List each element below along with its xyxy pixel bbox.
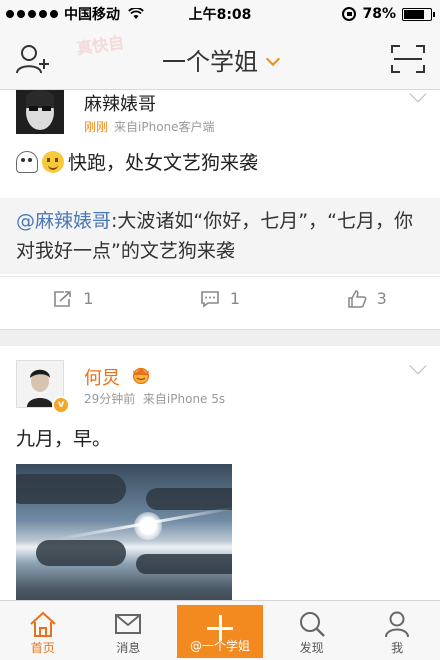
tab-profile[interactable]: 我: [354, 601, 440, 660]
chevron-down-icon: [265, 51, 281, 67]
post-time: 刚刚: [84, 120, 109, 134]
verified-badge-icon: v: [52, 396, 70, 414]
vip-crown-icon: [132, 367, 150, 384]
photo-cloud: [16, 474, 126, 504]
post-meta: 刚刚 来自iPhone客户端: [84, 118, 215, 135]
ghost-emoji-icon: [16, 151, 38, 173]
avatar[interactable]: [16, 90, 64, 134]
status-bar: 中国移动 上午8:08 78%: [0, 0, 440, 28]
like-button[interactable]: 3: [293, 277, 440, 320]
repost-count: 1: [83, 289, 94, 308]
home-icon: [30, 611, 56, 637]
account-switcher[interactable]: 一个学姐: [0, 42, 440, 77]
feed-post[interactable]: v 何炅 29分钟前 来自iPhone 5s 九月，早。: [0, 346, 440, 600]
thumbs-up-icon: [347, 289, 367, 308]
search-icon: [299, 612, 325, 637]
compose-button[interactable]: @一个学姐: [177, 605, 263, 658]
post-source: 来自iPhone客户端: [114, 120, 215, 134]
post-author[interactable]: 何炅: [84, 364, 120, 390]
orientation-lock-icon: [342, 7, 357, 21]
tab-bar: 首页 消息 @一个学姐 发现 我: [0, 600, 440, 660]
tab-label: 发现: [299, 641, 324, 655]
post-image[interactable]: [16, 464, 232, 600]
battery-percent: 78%: [362, 6, 396, 22]
tab-label: 我: [391, 641, 404, 655]
battery-icon: [402, 7, 435, 21]
scan-qr-icon[interactable]: [390, 44, 426, 74]
post-text: 快跑，处女文艺狗来袭: [68, 152, 259, 174]
battery-fill: [404, 9, 425, 19]
comment-icon: [201, 290, 219, 308]
comment-count: 1: [229, 289, 241, 308]
post-content: 快跑，处女文艺狗来袭: [16, 148, 424, 178]
chevron-down-icon[interactable]: [409, 90, 427, 103]
photo-cloud: [146, 488, 232, 510]
carrier-name: 中国移动: [64, 7, 120, 23]
like-count: 3: [376, 289, 387, 308]
feed-post[interactable]: 麻辣婊哥 刚刚 来自iPhone客户端 快跑，处女文艺狗来袭 @麻辣婊哥:大波诸如…: [0, 90, 440, 330]
post-actions: 1 1 3: [0, 276, 440, 320]
mention-link[interactable]: @麻辣婊哥: [16, 210, 111, 232]
nav-title: 一个学姐: [162, 48, 258, 76]
signal-strength-icon: [6, 10, 58, 18]
app-screen: 中国移动 上午8:08 78% 真快自 一个学姐 麻辣婊哥 刚刚 来自iPhon…: [0, 0, 440, 660]
photo-cloud: [36, 540, 126, 566]
grin-emoji-icon: [42, 151, 64, 173]
post-text: 九月，早。: [16, 428, 112, 450]
repost-button[interactable]: 1: [0, 277, 147, 320]
navigation-bar: 真快自 一个学姐: [0, 28, 440, 90]
post-source: 来自iPhone 5s: [142, 392, 226, 406]
chevron-down-icon[interactable]: [409, 357, 427, 375]
message-icon: [115, 614, 142, 634]
wifi-icon: [128, 8, 144, 19]
tab-home[interactable]: 首页: [0, 601, 86, 660]
tab-discover[interactable]: 发现: [269, 601, 355, 660]
timeline-feed[interactable]: 麻辣婊哥 刚刚 来自iPhone客户端 快跑，处女文艺狗来袭 @麻辣婊哥:大波诸如…: [0, 90, 440, 600]
photo-cloud: [136, 554, 232, 574]
comment-button[interactable]: 1: [147, 277, 294, 320]
post-time: 29分钟前: [84, 392, 136, 406]
plus-icon: [206, 615, 233, 641]
retweeted-content[interactable]: @麻辣婊哥:大波诸如“你好，七月”，“七月，你对我好一点”的文艺狗来袭: [0, 198, 440, 274]
repost-icon: [54, 290, 72, 307]
post-meta: 29分钟前 来自iPhone 5s: [84, 390, 225, 407]
tab-label: 消息: [116, 641, 141, 655]
profile-icon: [385, 611, 410, 638]
post-author[interactable]: 麻辣婊哥: [84, 90, 156, 116]
tab-messages[interactable]: 消息: [86, 601, 172, 660]
photo-sun: [134, 512, 162, 540]
tab-label: 首页: [30, 641, 55, 655]
